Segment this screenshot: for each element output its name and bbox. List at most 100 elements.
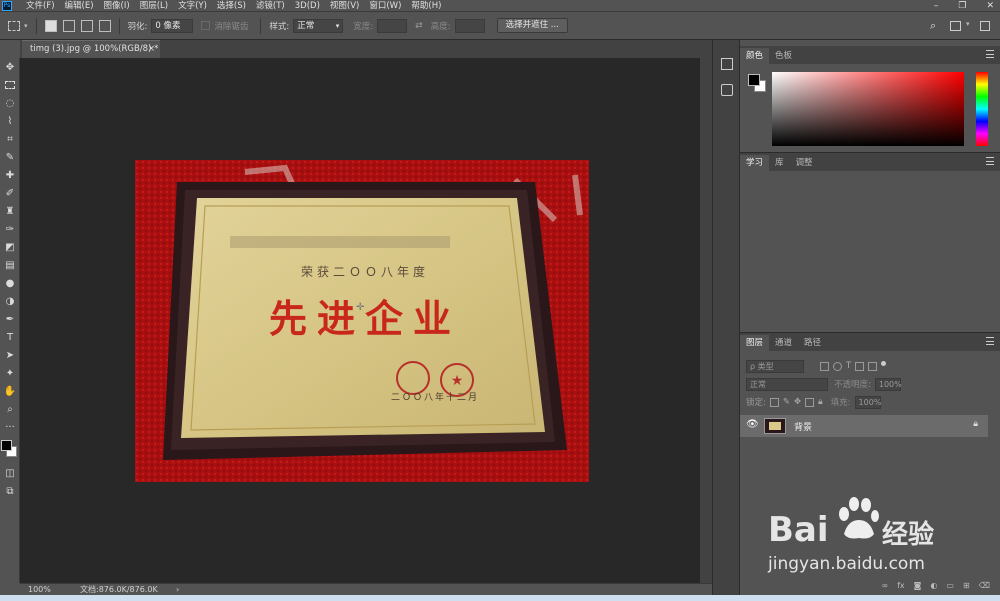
marquee-tool-icon[interactable] [0,76,20,94]
marquee-tool-icon[interactable] [8,20,20,31]
new-selection-icon[interactable] [44,19,57,32]
quick-mask-icon[interactable]: ◫ [0,464,20,482]
style-select[interactable]: 正常 ▾ [293,18,344,33]
lock-pixels-icon[interactable]: ✎ [783,397,790,407]
status-bar: 100% 文档:876.0K/876.0K › [20,583,712,595]
minimize-icon[interactable]: – [934,0,939,12]
pen-tool-icon[interactable]: ✒ [0,310,20,328]
foreground-color-swatch[interactable] [748,74,760,86]
feather-input[interactable]: 0 像素 [151,18,194,33]
tab-libraries[interactable]: 库 [769,155,790,171]
layer-kind-filter[interactable]: ρ 类型 [746,359,804,373]
opacity-input[interactable]: 100% [874,377,902,391]
close-icon[interactable]: ✕ [986,0,994,12]
quick-select-tool-icon[interactable]: ⌇ [0,112,20,130]
visibility-eye-icon[interactable]: 👁︎ [746,419,759,430]
layer-name[interactable]: 背景 [794,420,812,433]
chevron-down-icon[interactable]: ▾ [24,22,28,30]
share-icon[interactable] [980,21,990,31]
zoom-level[interactable]: 100% [28,584,51,595]
fill-input[interactable]: 100% [854,395,881,409]
tab-layers[interactable]: 图层 [740,335,770,351]
restore-icon[interactable]: ❐ [958,0,966,12]
smart-object-filter-icon[interactable] [868,361,878,371]
layer-row[interactable]: 👁︎ 背景 🔒︎ [740,415,988,437]
menu-window[interactable]: 窗口(W) [369,0,401,12]
shape-filter-icon[interactable] [855,361,865,371]
color-swatches[interactable] [0,436,20,464]
move-tool-icon[interactable]: ✥ [0,58,20,76]
history-brush-tool-icon[interactable]: ✑ [0,220,20,238]
tab-swatches[interactable]: 色板 [769,48,798,64]
screen-mode-icon[interactable]: ⧉ [0,482,20,500]
blur-tool-icon[interactable]: ● [0,274,20,292]
panel-menu-icon[interactable] [986,50,994,58]
select-and-mask-button[interactable]: 选择并遮住 ... [496,18,568,33]
intersect-selection-icon[interactable] [98,19,111,32]
menu-file[interactable]: 文件(F) [26,0,55,12]
more-tools-icon[interactable]: ··· [0,418,20,436]
vertical-scrollbar[interactable] [700,58,712,583]
crop-tool-icon[interactable]: ⌗ [0,130,20,148]
foreground-color-swatch[interactable] [1,440,12,451]
search-icon[interactable]: ⌕ [930,19,936,33]
subtract-selection-icon[interactable] [80,19,93,32]
close-tab-icon[interactable]: × [148,41,155,57]
status-menu-arrow-icon[interactable]: › [176,584,179,595]
properties-panel-icon[interactable] [721,84,733,96]
lock-artboard-icon[interactable] [805,397,815,407]
hue-slider[interactable] [976,72,988,146]
chevron-down-icon[interactable]: ▾ [966,20,970,28]
lock-position-icon[interactable]: ✥ [794,397,801,407]
color-panel: 颜色 色板 [740,46,1000,152]
history-panel-icon[interactable] [721,58,733,70]
filter-toggle-icon[interactable] [881,360,887,366]
menu-3d[interactable]: 3D(D) [295,0,320,12]
menu-layer[interactable]: 图层(L) [140,0,168,12]
height-input[interactable] [454,18,485,33]
dodge-tool-icon[interactable]: ◑ [0,292,20,310]
width-input[interactable] [377,18,408,33]
zoom-tool-icon[interactable]: ⌕ [0,400,20,418]
antialias-checkbox[interactable] [201,21,211,30]
blend-mode-select[interactable]: 正常 [746,377,828,391]
path-select-tool-icon[interactable]: ➤ [0,346,20,364]
healing-brush-tool-icon[interactable]: ✚ [0,166,20,184]
lock-transparency-icon[interactable] [769,397,779,407]
menu-edit[interactable]: 编辑(E) [65,0,94,12]
type-filter-icon[interactable]: T [846,361,851,371]
menu-select[interactable]: 选择(S) [217,0,246,12]
tab-learn[interactable]: 学习 [740,155,770,171]
panel-menu-icon[interactable] [986,157,994,165]
menu-help[interactable]: 帮助(H) [411,0,441,12]
photoshop-logo: Ps [2,1,12,11]
swap-icon[interactable]: ⇄ [415,21,423,31]
document-tab[interactable]: timg (3).jpg @ 100%(RGB/8) * × [22,40,160,58]
lasso-tool-icon[interactable]: ◌ [0,94,20,112]
type-tool-icon[interactable]: T [0,328,20,346]
eraser-tool-icon[interactable]: ◩ [0,238,20,256]
menu-image[interactable]: 图像(I) [104,0,130,12]
menu-view[interactable]: 视图(V) [330,0,359,12]
stamp-tool-icon[interactable]: ♜ [0,202,20,220]
brush-tool-icon[interactable]: ✐ [0,184,20,202]
main-menu: 文件(F) 编辑(E) 图像(I) 图层(L) 文字(Y) 选择(S) 滤镜(T… [26,0,441,12]
menu-filter[interactable]: 滤镜(T) [256,0,285,12]
canvas-area[interactable]: 荣获二ＯＯ八年度 先进企业 ★ 二ＯＯ八年十二月 ✛ [20,58,700,583]
tab-paths[interactable]: 路径 [798,335,827,351]
color-field[interactable] [772,72,964,146]
workspace-icon[interactable] [950,21,961,31]
tab-color[interactable]: 颜色 [740,48,770,64]
tab-adjustments[interactable]: 调整 [790,155,819,171]
add-selection-icon[interactable] [62,19,75,32]
pixel-filter-icon[interactable] [820,361,829,371]
panel-menu-icon[interactable] [986,337,994,345]
gradient-tool-icon[interactable]: ▤ [0,256,20,274]
lock-all-icon[interactable]: 🔒︎ [818,397,823,407]
adjustment-filter-icon[interactable] [833,361,842,371]
shape-tool-icon[interactable]: ✦ [0,364,20,382]
hand-tool-icon[interactable]: ✋ [0,382,20,400]
tab-channels[interactable]: 通道 [769,335,798,351]
menu-type[interactable]: 文字(Y) [178,0,207,12]
eyedropper-tool-icon[interactable]: ✎ [0,148,20,166]
